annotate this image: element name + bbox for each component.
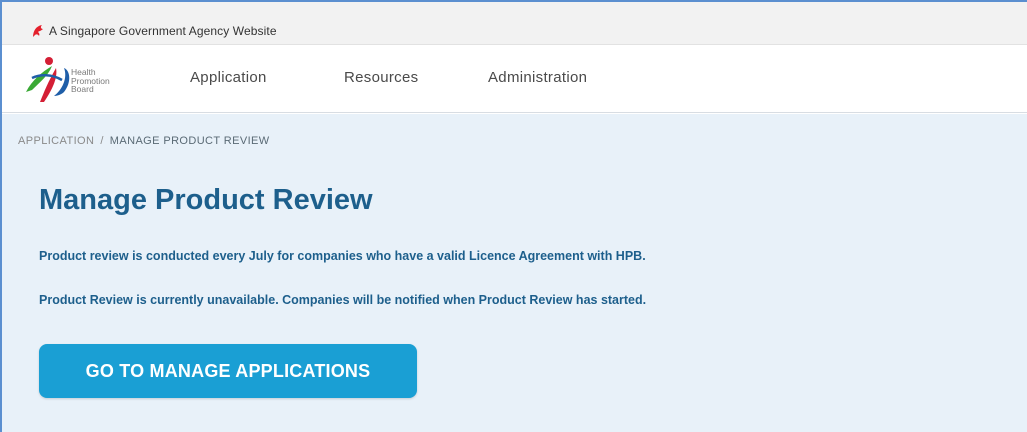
hpb-logo[interactable]: Health Promotion Board [18, 52, 128, 106]
gov-masthead: A Singapore Government Agency Website [2, 2, 1027, 45]
review-schedule-text: Product review is conducted every July f… [39, 249, 646, 263]
nav-item-resources[interactable]: Resources [344, 69, 418, 86]
breadcrumb: APPLICATION / MANAGE PRODUCT REVIEW [18, 135, 270, 147]
review-unavailable-text: Product Review is currently unavailable.… [39, 293, 647, 307]
hpb-logo-icon [26, 57, 70, 102]
browser-frame: A Singapore Government Agency Website He… [0, 0, 1027, 432]
logo-line-board: Board [71, 84, 94, 94]
logo-text: Health Promotion Board [71, 68, 110, 94]
singapore-lion-icon [33, 25, 43, 37]
main-navbar: Health Promotion Board Application Resou… [2, 45, 1027, 113]
go-to-manage-applications-button[interactable]: GO TO MANAGE APPLICATIONS [39, 344, 417, 398]
page-title: Manage Product Review [39, 184, 373, 216]
breadcrumb-parent[interactable]: APPLICATION [18, 135, 94, 147]
main-content: APPLICATION / MANAGE PRODUCT REVIEW Manage… [2, 114, 1027, 432]
masthead-text: A Singapore Government Agency Website [49, 24, 277, 38]
breadcrumb-current: MANAGE PRODUCT REVIEW [109, 135, 270, 147]
breadcrumb-separator: / [100, 135, 104, 147]
nav-item-application[interactable]: Application [190, 69, 267, 86]
nav-item-administration[interactable]: Administration [488, 69, 587, 86]
